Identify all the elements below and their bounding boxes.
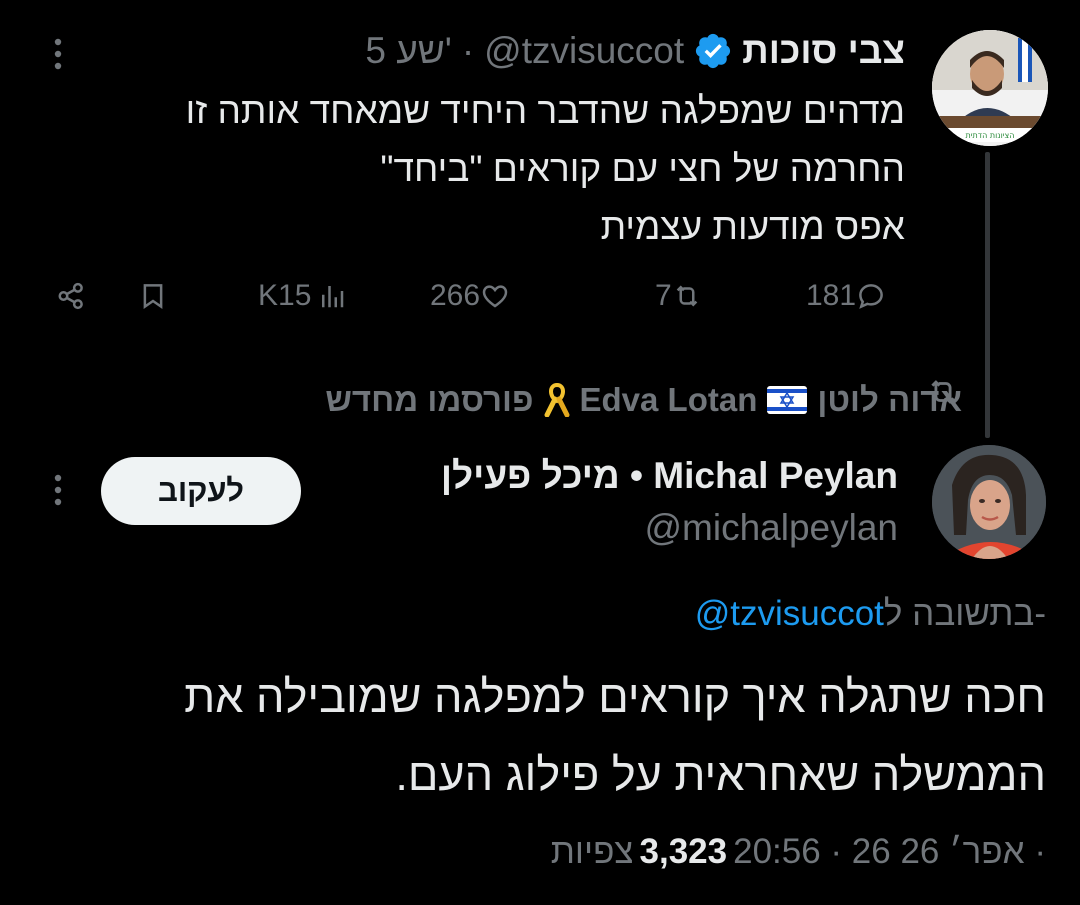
share-button[interactable] xyxy=(56,272,86,320)
reposter-name-en: Edva Lotan xyxy=(579,381,758,418)
like-count: 266 xyxy=(430,279,481,312)
author-handle[interactable]: @michalpeylan xyxy=(644,504,898,552)
repost-label: פורסמו מחדש xyxy=(325,381,534,418)
verified-badge-icon xyxy=(696,33,731,69)
bookmark-icon xyxy=(143,284,163,310)
reply-context: בתשובה ל- @tzvisuccot xyxy=(695,588,1046,640)
reply-icon xyxy=(859,284,883,309)
person-avatar-icon xyxy=(932,445,1046,559)
tweet-text-line: מדהים שמפלגה שהדבר היחיד שמאחד אותה זו xyxy=(185,90,905,131)
views-button[interactable]: K15 xyxy=(258,272,347,320)
share-icon xyxy=(58,282,83,310)
author-name[interactable]: מיכל פעילן • Michal Peylan xyxy=(441,450,898,502)
views-count: 3,323 xyxy=(639,832,728,871)
tweet-text-line: הממשלה שאחראית על פילוג העם. xyxy=(395,749,1046,800)
author-handle[interactable]: @tzvisuccot xyxy=(484,30,684,72)
svg-text:הציונות הדתית: הציונות הדתית xyxy=(965,131,1014,140)
author-name[interactable]: צבי סוכות xyxy=(742,30,905,72)
person-avatar-icon: הציונות הדתית xyxy=(932,30,1048,146)
thread-connector-line xyxy=(985,152,990,438)
tweet-header: צבי סוכות @tzvisuccot · 5 שע' xyxy=(365,26,905,76)
more-options-icon[interactable] xyxy=(48,36,68,72)
separator-dot: · xyxy=(461,30,475,71)
follow-button[interactable]: לעקוב xyxy=(101,457,301,525)
views-count: K15 xyxy=(258,279,312,312)
retweet-button[interactable]: 7 xyxy=(655,272,702,320)
analytics-icon xyxy=(322,286,344,308)
bookmark-button[interactable] xyxy=(138,272,168,320)
retweet-icon xyxy=(676,285,697,307)
heart-icon xyxy=(482,285,508,308)
reposter-name-he: אדוה לוטן xyxy=(817,381,962,418)
tweet-text-line: חכה שתגלה איך קוראים למפלגה שמובילה את xyxy=(184,671,1046,722)
like-button[interactable]: 266 xyxy=(430,272,510,320)
reply-button[interactable]: 181 xyxy=(806,272,886,320)
tweet-time[interactable]: 5 שע' xyxy=(365,30,451,72)
tweet-text: מדהים שמפלגה שהדבר היחיד שמאחד אותה זו ה… xyxy=(45,82,905,256)
author-avatar[interactable]: הציונות הדתית xyxy=(932,30,1048,146)
reply-prefix: בתשובה ל- xyxy=(883,594,1046,633)
repost-banner[interactable]: אדוה לוטן Edva Lotan פורסמו מחדש xyxy=(325,375,962,425)
yellow-ribbon-icon xyxy=(544,383,569,417)
reply-mention-link[interactable]: @tzvisuccot xyxy=(695,594,884,634)
tweet-timestamp[interactable]: 20:56 · 26 אפר׳ 26 · xyxy=(733,832,1046,872)
views-label: צפיות xyxy=(550,832,634,871)
tweet-text-line: אפס מודעות עצמית xyxy=(600,206,905,247)
tweet-text-line: החרמה של חצי עם קוראים "ביחד" xyxy=(380,148,905,189)
author-avatar[interactable] xyxy=(932,445,1046,559)
tweet-text: חכה שתגלה איך קוראים למפלגה שמובילה את ה… xyxy=(46,658,1046,814)
reply-count: 181 xyxy=(806,279,857,312)
israel-flag-icon xyxy=(767,386,808,414)
tweet-meta: 20:56 · 26 אפר׳ 26 · 3,323 צפיות xyxy=(551,826,1046,878)
more-options-icon[interactable] xyxy=(48,472,68,508)
retweet-count: 7 xyxy=(655,279,672,312)
